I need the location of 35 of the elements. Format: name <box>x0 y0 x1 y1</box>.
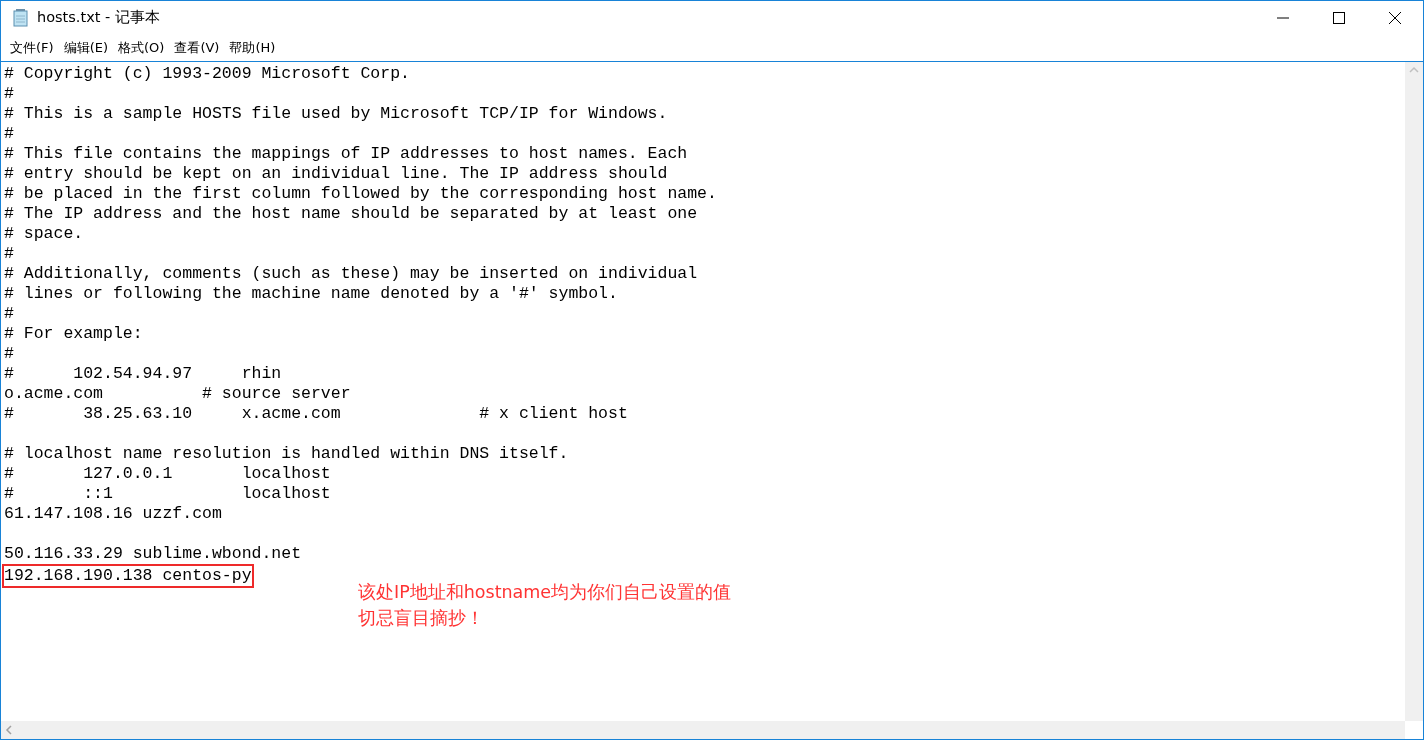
text-line: # <box>4 124 15 144</box>
text-line: # <box>4 244 15 264</box>
menu-item[interactable]: 格式(O) <box>113 38 170 58</box>
close-icon <box>1389 12 1401 24</box>
text-line: 61.147.108.16 uzzf.com <box>4 504 223 524</box>
annotation-note: 该处IP地址和hostname均为你们自己设置的值 切忌盲目摘抄！ <box>358 581 732 630</box>
menu-item[interactable]: 帮助(H) <box>224 38 281 58</box>
text-line: # <box>4 344 15 364</box>
text-line: # entry should be kept on an individual line. The IP address should <box>4 164 669 184</box>
text-line: 50.116.33.29 sublime.wbond.net <box>4 544 303 564</box>
text-line: # 38.25.63.10 x.acme.com # x client host <box>4 404 629 424</box>
menu-item[interactable]: 文件(F) <box>5 38 59 58</box>
text-line: # This file contains the mappings of IP addresses to host names. Each <box>4 144 689 164</box>
text-line: o.acme.com # source server <box>4 384 352 404</box>
text-line: # lines or following the machine name denoted by a '#' symbol. <box>4 284 619 304</box>
text-line: # For example: <box>4 324 144 344</box>
horizontal-scrollbar[interactable] <box>1 721 1405 739</box>
text-line: # Copyright (c) 1993-2009 Microsoft Corp. <box>4 64 411 84</box>
menu-item[interactable]: 编辑(E) <box>58 38 113 58</box>
vertical-scrollbar[interactable] <box>1405 62 1423 721</box>
maximize-icon <box>1333 12 1345 24</box>
notepad-icon <box>12 9 30 27</box>
text-line: # 102.54.94.97 rhin <box>4 364 283 384</box>
text-line: # The IP address and the host name should be separated by at least one <box>4 204 699 224</box>
text-line: # Additionally, comments (such as these) may be inserted on individual <box>4 264 699 284</box>
text-line: # This is a sample HOSTS file used by Microsoft TCP/IP for Windows. <box>4 104 669 124</box>
window-title: hosts.txt - 记事本 <box>37 8 160 28</box>
text-line: # <box>4 304 15 324</box>
text-line: # 127.0.0.1 localhost <box>4 464 332 484</box>
text-line: # localhost name resolution is handled within DNS itself. <box>4 444 570 464</box>
text-line: # <box>4 84 15 104</box>
text-line: # space. <box>4 224 85 244</box>
text-line: # be placed in the first column followed by the corresponding host name. <box>4 184 718 204</box>
text-line: # ::1 localhost <box>4 484 332 504</box>
menu-item[interactable]: 查看(V) <box>169 38 225 58</box>
